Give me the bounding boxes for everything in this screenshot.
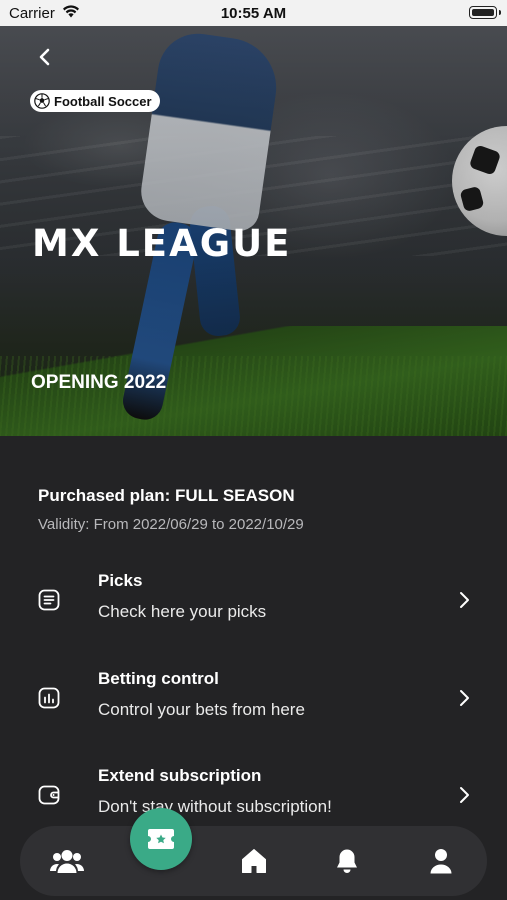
nav-users-button[interactable] bbox=[49, 844, 85, 878]
status-bar: Carrier 10:55 AM bbox=[0, 0, 507, 26]
home-icon bbox=[242, 849, 266, 873]
profile-icon bbox=[430, 849, 452, 874]
plan-validity-text: Validity: From 2022/06/29 to 2022/10/29 bbox=[38, 516, 304, 533]
nav-home-button[interactable] bbox=[236, 844, 272, 878]
users-icon bbox=[50, 850, 84, 873]
menu-item-betting-control[interactable]: Betting control Control your bets from h… bbox=[0, 669, 507, 759]
chevron-right-icon bbox=[457, 688, 471, 708]
nav-notifications-button[interactable] bbox=[329, 844, 365, 878]
menu-item-title: Betting control bbox=[98, 669, 219, 688]
battery-icon bbox=[469, 6, 501, 19]
menu-item-title: Extend subscription bbox=[98, 766, 262, 785]
category-chip: Football Soccer bbox=[30, 90, 160, 112]
clock: 10:55 AM bbox=[220, 5, 287, 22]
menu-item-picks[interactable]: Picks Check here your picks bbox=[0, 571, 507, 661]
back-button[interactable] bbox=[33, 45, 57, 69]
soccer-ball-icon bbox=[34, 93, 50, 109]
chevron-right-icon bbox=[457, 590, 471, 610]
chevron-left-icon bbox=[39, 48, 50, 66]
category-chip-label: Football Soccer bbox=[54, 93, 152, 109]
bottom-navigation bbox=[20, 826, 487, 896]
ticket-icon bbox=[148, 829, 174, 849]
league-title: MX LEAGUE bbox=[32, 222, 292, 265]
season-label: OPENING 2022 bbox=[31, 372, 167, 393]
menu-item-subtitle: Control your bets from here bbox=[98, 700, 305, 719]
wallet-icon bbox=[37, 783, 61, 807]
chart-icon bbox=[37, 686, 61, 710]
menu-item-subtitle: Don't stay without subscription! bbox=[98, 797, 332, 816]
tickets-fab-button[interactable] bbox=[130, 808, 192, 870]
list-icon bbox=[37, 588, 61, 612]
menu-item-title: Picks bbox=[98, 571, 143, 590]
menu-item-subtitle: Check here your picks bbox=[98, 602, 267, 621]
chevron-right-icon bbox=[457, 785, 471, 805]
purchased-plan-title: Purchased plan: FULL SEASON bbox=[38, 486, 295, 505]
bell-icon bbox=[337, 849, 357, 873]
nav-profile-button[interactable] bbox=[423, 844, 459, 878]
